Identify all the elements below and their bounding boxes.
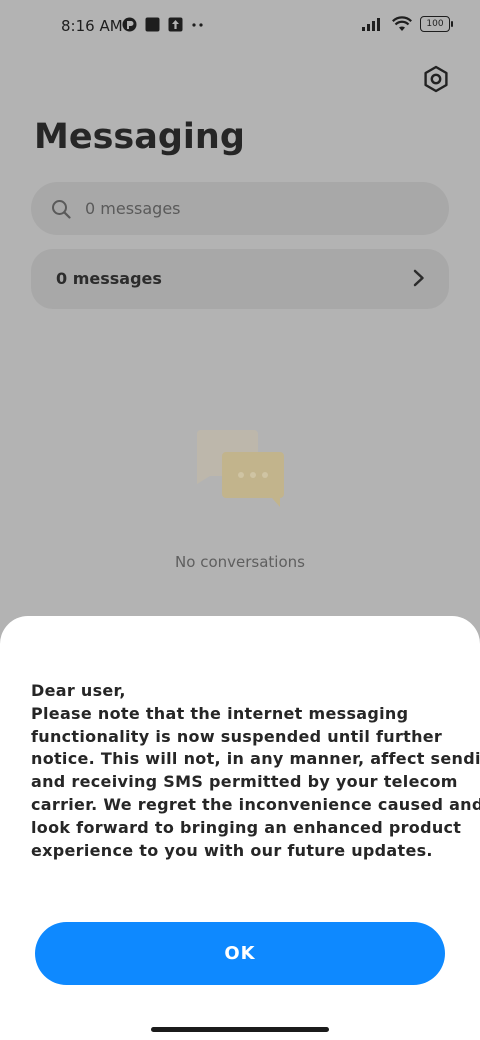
notice-line: carrier. We regret the inconvenience cau… [31,794,480,814]
battery-icon: 100 [420,16,453,32]
system-status-icons: 100 [362,16,453,32]
notice-message: Dear user, Please note that the internet… [31,680,480,862]
summary-label: 0 messages [56,269,162,288]
search-icon [52,199,71,219]
notice-line: Please note that the internet messaging [31,703,409,723]
page-title: Messaging [34,117,245,157]
notice-line: Dear user, [31,681,126,700]
app-notification-icon [122,17,137,32]
gear-icon[interactable] [421,64,451,94]
more-notifications-icon [192,23,203,27]
home-indicator[interactable] [151,1027,329,1032]
empty-state-text: No conversations [175,553,305,571]
notice-line: notice. This will not, in any manner, af… [31,749,480,769]
wifi-icon [392,16,412,31]
messages-summary-row[interactable]: 0 messages [31,249,449,309]
chevron-right-icon [413,269,424,287]
search-input[interactable] [83,198,387,219]
upload-icon [168,17,183,32]
notice-line: experience to you with our future update… [31,840,433,860]
notice-line: functionality is now suspended until fur… [31,726,443,746]
stop-square-icon [145,17,160,32]
chat-bubbles-icon [196,430,284,507]
signal-icon [362,18,380,31]
search-bar[interactable] [31,182,449,235]
notice-line: and receiving SMS permitted by your tele… [31,772,458,792]
notice-line: look forward to bringing an enhanced pro… [31,817,462,837]
ok-button[interactable]: OK [35,922,445,985]
status-bar: 8:16 AM 100 [0,0,480,54]
status-time: 8:16 AM [61,17,123,35]
notification-icons [122,17,205,32]
